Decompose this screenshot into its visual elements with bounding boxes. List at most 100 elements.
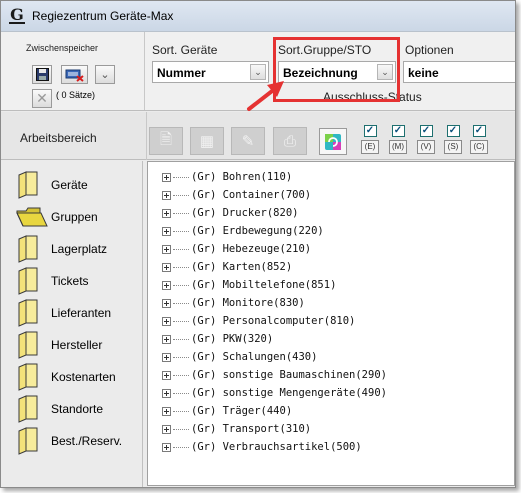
filter-E-checkbox[interactable]: ✓: [363, 125, 377, 137]
tree-node[interactable]: (Gr) Monitore(830): [148, 294, 514, 312]
nav-item-kostenarten[interactable]: Kostenarten: [16, 363, 141, 391]
app-logo: G: [9, 5, 25, 24]
filter-V[interactable]: ✓ (V): [417, 125, 435, 154]
folder-icon: [16, 267, 40, 295]
save-icon: [35, 68, 49, 81]
expand-plus-icon[interactable]: [162, 316, 171, 326]
clear-clipboard-button[interactable]: [61, 65, 88, 84]
expand-plus-icon[interactable]: [162, 208, 171, 218]
filter-C-label: (C): [470, 140, 488, 154]
discard-button[interactable]: ✕: [32, 89, 52, 108]
nav-label: Hersteller: [51, 338, 103, 352]
nav-item-tickets[interactable]: Tickets: [16, 267, 141, 295]
new-button[interactable]: 🗎: [149, 127, 183, 155]
tree-node[interactable]: (Gr) Mobiltelefone(851): [148, 276, 514, 294]
tree-connector: [173, 392, 189, 394]
tree-connector: [173, 176, 189, 178]
tree-connector: [173, 410, 189, 412]
expand-plus-icon[interactable]: [162, 244, 171, 254]
tree-node[interactable]: (Gr) Personalcomputer(810): [148, 312, 514, 330]
nav-item-gruppen[interactable]: Gruppen: [16, 203, 141, 231]
nav-label: Lieferanten: [51, 306, 112, 320]
tree-node-label: (Gr) Bohren(110): [191, 171, 293, 183]
filter-M[interactable]: ✓ (M): [389, 125, 407, 154]
expand-plus-icon[interactable]: [162, 424, 171, 434]
tree-node-label: (Gr) Erdbewegung(220): [191, 225, 324, 237]
group-tree[interactable]: (Gr) Bohren(110) (Gr) Container(700) (Gr…: [147, 161, 515, 486]
expand-plus-icon[interactable]: [162, 406, 171, 416]
sort-devices-label: Sort. Geräte: [152, 43, 218, 57]
tree-node-label: (Gr) Karten(852): [191, 261, 293, 273]
chevron-down-icon: ⌄: [100, 69, 110, 81]
tree-node-label: (Gr) sonstige Mengengeräte(490): [191, 387, 387, 399]
expand-plus-icon[interactable]: [162, 352, 171, 362]
workarea-label: Arbeitsbereich: [20, 131, 97, 145]
edit-table-button[interactable]: ✎: [231, 127, 265, 155]
tree-connector: [173, 374, 189, 376]
expand-plus-icon[interactable]: [162, 190, 171, 200]
folder-icon: [16, 363, 40, 391]
options-value: keine: [408, 66, 439, 80]
tree-node[interactable]: (Gr) sonstige Baumaschinen(290): [148, 366, 514, 384]
tree-node[interactable]: (Gr) Träger(440): [148, 402, 514, 420]
expand-plus-icon[interactable]: [162, 388, 171, 398]
table-view-button[interactable]: ▦: [190, 127, 224, 155]
folder-icon: [16, 395, 40, 423]
tree-node[interactable]: (Gr) Karten(852): [148, 258, 514, 276]
save-button[interactable]: [32, 65, 52, 84]
tree-node[interactable]: (Gr) Erdbewegung(220): [148, 222, 514, 240]
tree-node-label: (Gr) Transport(310): [191, 423, 312, 435]
filter-V-checkbox[interactable]: ✓: [419, 125, 433, 137]
close-x-icon: ✕: [36, 90, 48, 106]
tree-node[interactable]: (Gr) Verbrauchsartikel(500): [148, 438, 514, 456]
print-icon: ⎙: [283, 132, 296, 150]
tree-node[interactable]: (Gr) Schalungen(430): [148, 348, 514, 366]
nav-item-geraete[interactable]: Geräte: [16, 171, 141, 199]
tree-node[interactable]: (Gr) Transport(310): [148, 420, 514, 438]
nav-item-hersteller[interactable]: Hersteller: [16, 331, 141, 359]
expand-plus-icon[interactable]: [162, 370, 171, 380]
filter-S-checkbox[interactable]: ✓: [446, 125, 460, 137]
filter-E[interactable]: ✓ (E): [361, 125, 379, 154]
expand-plus-icon[interactable]: [162, 442, 171, 452]
nav-item-standorte[interactable]: Standorte: [16, 395, 141, 423]
chevron-down-icon[interactable]: ⌄: [250, 64, 266, 80]
folder-icon: [16, 171, 40, 199]
strip-separator: [146, 112, 147, 160]
tree-connector: [173, 428, 189, 430]
workarea-strip: Arbeitsbereich 🗎 ▦ ✎ ⎙ ✓ (E) ✓ (M) ✓ (V): [1, 112, 515, 160]
tree-connector: [173, 320, 189, 322]
tree-connector: [173, 194, 189, 196]
expand-plus-icon[interactable]: [162, 172, 171, 182]
nav-label: Geräte: [51, 178, 88, 192]
options-select[interactable]: keine: [403, 61, 515, 83]
tree-node[interactable]: (Gr) PKW(320): [148, 330, 514, 348]
tree-node[interactable]: (Gr) Bohren(110): [148, 168, 514, 186]
nav-item-lagerplatz[interactable]: Lagerplatz: [16, 235, 141, 263]
expand-plus-icon[interactable]: [162, 334, 171, 344]
tree-connector: [173, 248, 189, 250]
nav-item-lieferanten[interactable]: Lieferanten: [16, 299, 141, 327]
clipboard-dropdown-button[interactable]: ⌄: [95, 65, 115, 84]
expand-plus-icon[interactable]: [162, 298, 171, 308]
app-window: G Regiezentrum Geräte-Max Zwischenspeich…: [0, 0, 516, 488]
filter-S[interactable]: ✓ (S): [444, 125, 462, 154]
expand-plus-icon[interactable]: [162, 226, 171, 236]
expand-plus-icon[interactable]: [162, 280, 171, 290]
filter-C-checkbox[interactable]: ✓: [472, 125, 486, 137]
tree-node[interactable]: (Gr) sonstige Mengengeräte(490): [148, 384, 514, 402]
nav-item-bestellungen[interactable]: Best./Reserv.: [16, 427, 141, 455]
expand-plus-icon[interactable]: [162, 262, 171, 272]
tree-connector: [173, 356, 189, 358]
title-bar[interactable]: G Regiezentrum Geräte-Max: [1, 1, 515, 31]
tree-node[interactable]: (Gr) Hebezeuge(210): [148, 240, 514, 258]
filter-C[interactable]: ✓ (C): [470, 125, 488, 154]
tree-node[interactable]: (Gr) Drucker(820): [148, 204, 514, 222]
tree-node[interactable]: (Gr) Container(700): [148, 186, 514, 204]
filter-M-checkbox[interactable]: ✓: [391, 125, 405, 137]
tree-node-label: (Gr) Hebezeuge(210): [191, 243, 312, 255]
refresh-button[interactable]: [319, 128, 347, 155]
nav-label: Lagerplatz: [51, 242, 108, 256]
sort-devices-select[interactable]: Nummer ⌄: [152, 61, 269, 83]
print-button[interactable]: ⎙: [273, 127, 307, 155]
